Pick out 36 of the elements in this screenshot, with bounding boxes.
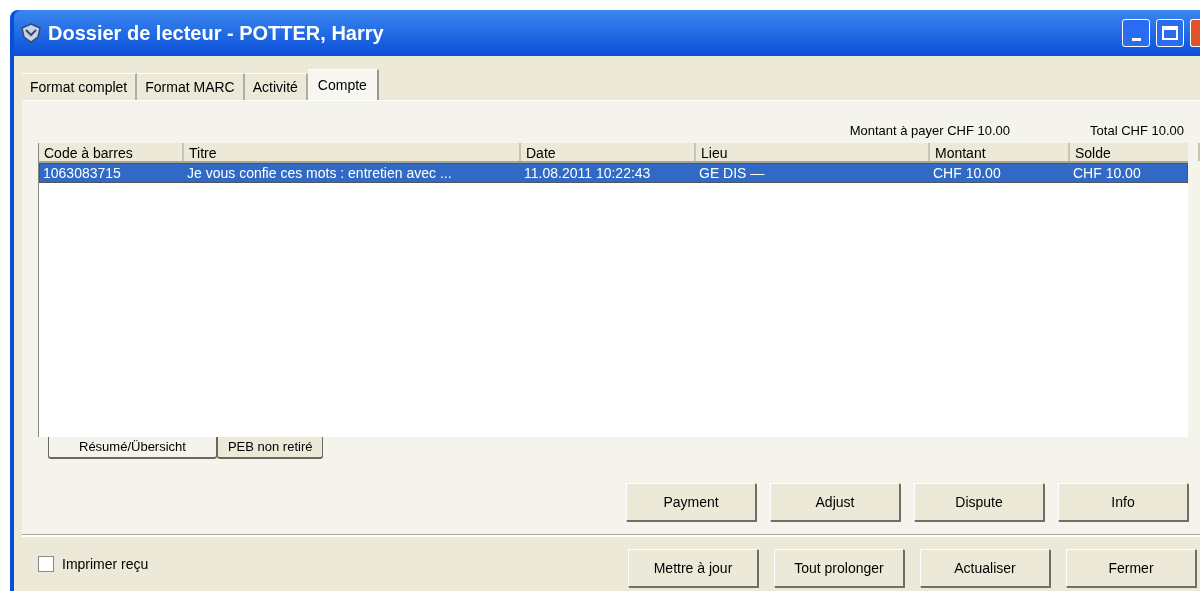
amount-due-text: Montant à payer CHF 10.00 — [849, 121, 1011, 140]
shield-icon — [20, 22, 42, 44]
table-cell-text: GE DIS — — [698, 164, 766, 182]
table-cell-text: CHF 10.00 — [932, 164, 1002, 182]
column-header[interactable]: Code à barres — [39, 143, 184, 161]
minimize-button[interactable] — [1122, 19, 1150, 47]
table-cell-text: 1063083715 — [42, 164, 122, 182]
table-cell-text: Je vous confie ces mots : entretien avec ... — [186, 164, 453, 182]
dialog-button[interactable]: Adjust — [770, 483, 900, 521]
checkbox-label: Imprimer reçu — [62, 554, 149, 574]
total-text: Total CHF 10.00 — [1090, 121, 1184, 140]
dialog-button[interactable]: Mettre à jour — [628, 549, 758, 587]
column-header[interactable]: Date — [521, 143, 696, 161]
dialog-button[interactable]: Tout prolonger — [774, 549, 904, 587]
sheet-tab[interactable]: Résumé/Übersicht — [48, 437, 217, 459]
table-row[interactable]: 1063083715 Je vous confie ces mots : entretien avec ... 11.08.2011 10:22:43 GE DIS — CHF 10.00 CHF 10.00 — [39, 163, 1188, 183]
dialog-button[interactable]: Payment — [626, 483, 756, 521]
column-header[interactable]: Titre — [184, 143, 521, 161]
dialog-button[interactable]: Dispute — [914, 483, 1044, 521]
window-title: Dossier de lecteur - POTTER, Harry — [48, 21, 384, 46]
column-header[interactable]: Montant — [930, 143, 1070, 161]
tab[interactable]: Format MARC — [137, 73, 245, 100]
dialog-button[interactable]: Actualiser — [920, 549, 1050, 587]
tab[interactable]: Compte — [307, 69, 379, 100]
dialog-button[interactable]: Info — [1058, 483, 1188, 521]
column-header[interactable]: Solde — [1070, 143, 1200, 161]
sheet-tab[interactable]: PEB non retiré — [216, 437, 324, 459]
tab[interactable]: Format complet — [22, 73, 138, 100]
tab[interactable]: Activité — [244, 73, 308, 100]
dialog-button[interactable]: Fermer — [1066, 549, 1196, 587]
close-button[interactable] — [1190, 19, 1200, 47]
maximize-button[interactable] — [1156, 19, 1184, 47]
table-cell-text: 11.08.2011 10:22:43 — [523, 164, 652, 182]
table-cell-text: CHF 10.00 — [1072, 164, 1142, 182]
print-receipt-checkbox[interactable] — [38, 556, 54, 572]
column-header[interactable]: Lieu — [696, 143, 930, 161]
